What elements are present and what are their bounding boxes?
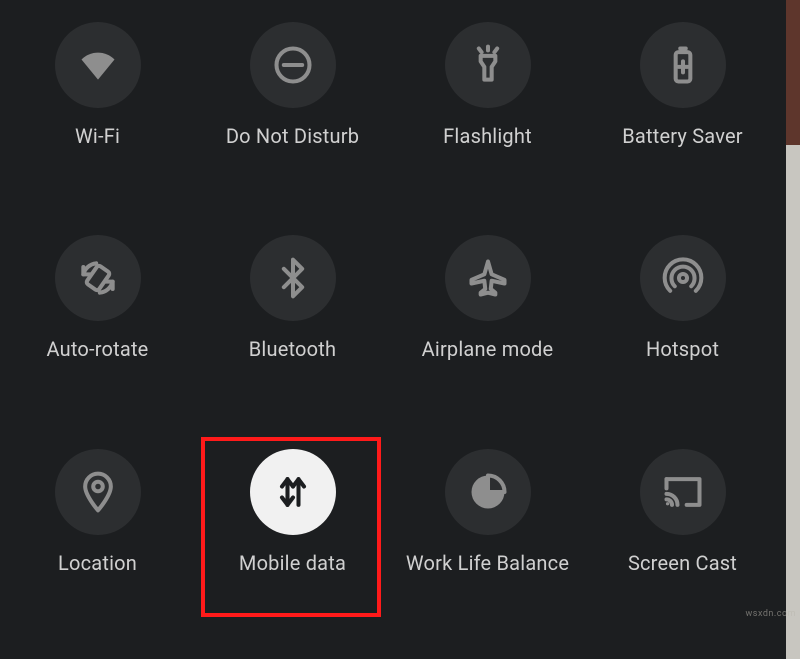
tile-label: Bluetooth — [249, 337, 336, 361]
watermark: wsxdn.com — [746, 609, 796, 619]
quick-settings-panel: Wi-Fi Do Not Disturb Flashlight — [0, 0, 780, 659]
tile-label: Screen Cast — [628, 551, 737, 575]
tile-dnd[interactable]: Do Not Disturb — [195, 8, 390, 221]
tile-location[interactable]: Location — [0, 435, 195, 648]
tile-label: Hotspot — [646, 337, 719, 361]
tile-label: Auto-rotate — [46, 337, 148, 361]
flashlight-icon — [445, 22, 531, 108]
tile-wifi[interactable]: Wi-Fi — [0, 8, 195, 221]
tile-label: Location — [58, 551, 137, 575]
bluetooth-icon — [250, 235, 336, 321]
tile-work-life[interactable]: Work Life Balance — [390, 435, 585, 648]
dnd-icon — [250, 22, 336, 108]
mobile-data-icon — [250, 449, 336, 535]
tile-hotspot[interactable]: Hotspot — [585, 221, 780, 434]
tile-mobile-data[interactable]: Mobile data — [195, 435, 390, 648]
tile-label: Do Not Disturb — [226, 124, 359, 148]
tile-label: Flashlight — [443, 124, 532, 148]
screen-cast-icon — [640, 449, 726, 535]
airplane-icon — [445, 235, 531, 321]
tile-auto-rotate[interactable]: Auto-rotate — [0, 221, 195, 434]
tile-bluetooth[interactable]: Bluetooth — [195, 221, 390, 434]
tile-label: Wi-Fi — [75, 124, 120, 148]
location-icon — [55, 449, 141, 535]
wifi-icon — [55, 22, 141, 108]
auto-rotate-icon — [55, 235, 141, 321]
tile-battery-saver[interactable]: Battery Saver — [585, 8, 780, 221]
quick-settings-grid: Wi-Fi Do Not Disturb Flashlight — [0, 8, 780, 648]
hotspot-icon — [640, 235, 726, 321]
battery-saver-icon — [640, 22, 726, 108]
tile-label: Battery Saver — [622, 124, 743, 148]
work-life-icon — [445, 449, 531, 535]
tile-flashlight[interactable]: Flashlight — [390, 8, 585, 221]
page-edge — [786, 0, 800, 659]
tile-label: Work Life Balance — [406, 551, 569, 575]
tile-label: Mobile data — [239, 551, 346, 575]
tile-label: Airplane mode — [422, 337, 554, 361]
tile-airplane[interactable]: Airplane mode — [390, 221, 585, 434]
